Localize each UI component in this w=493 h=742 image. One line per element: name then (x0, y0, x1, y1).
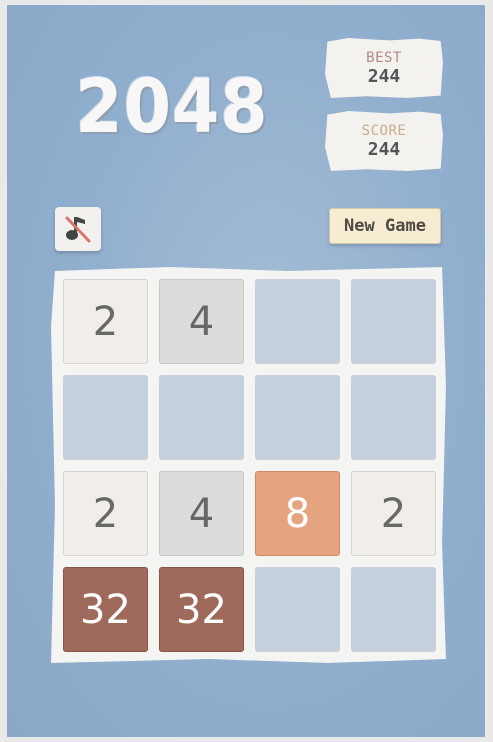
sound-muted-icon (65, 216, 91, 243)
tile-2: 2 (63, 279, 148, 364)
tile-2: 2 (351, 471, 436, 556)
tile-4: 4 (159, 279, 244, 364)
grid-cell (255, 279, 340, 364)
best-score-label: BEST (366, 50, 402, 66)
tile-32: 32 (159, 567, 244, 652)
grid-cell (159, 375, 244, 460)
tile-8: 8 (255, 471, 340, 556)
tile-4: 4 (159, 471, 244, 556)
tile-2: 2 (63, 471, 148, 556)
game-board: 2 4 2 4 8 2 32 32 (51, 267, 446, 663)
game-screen: 2048 BEST 244 SCORE 244 New Game 2424823… (7, 5, 485, 737)
current-score-label: SCORE (361, 123, 407, 139)
grid-cell (351, 567, 436, 652)
grid-cell (63, 375, 148, 460)
new-game-button[interactable]: New Game (329, 208, 441, 244)
best-score-value: 244 (367, 66, 401, 87)
grid-cell (255, 375, 340, 460)
current-score-box: SCORE 244 (325, 111, 443, 171)
game-logo: 2048 (75, 64, 269, 150)
best-score-box: BEST 244 (325, 38, 443, 98)
tile-32: 32 (63, 567, 148, 652)
grid-cell (255, 567, 340, 652)
grid-cell (351, 279, 436, 364)
current-score-value: 244 (367, 139, 401, 160)
grid-cell (351, 375, 436, 460)
sound-toggle-button[interactable] (55, 207, 101, 251)
